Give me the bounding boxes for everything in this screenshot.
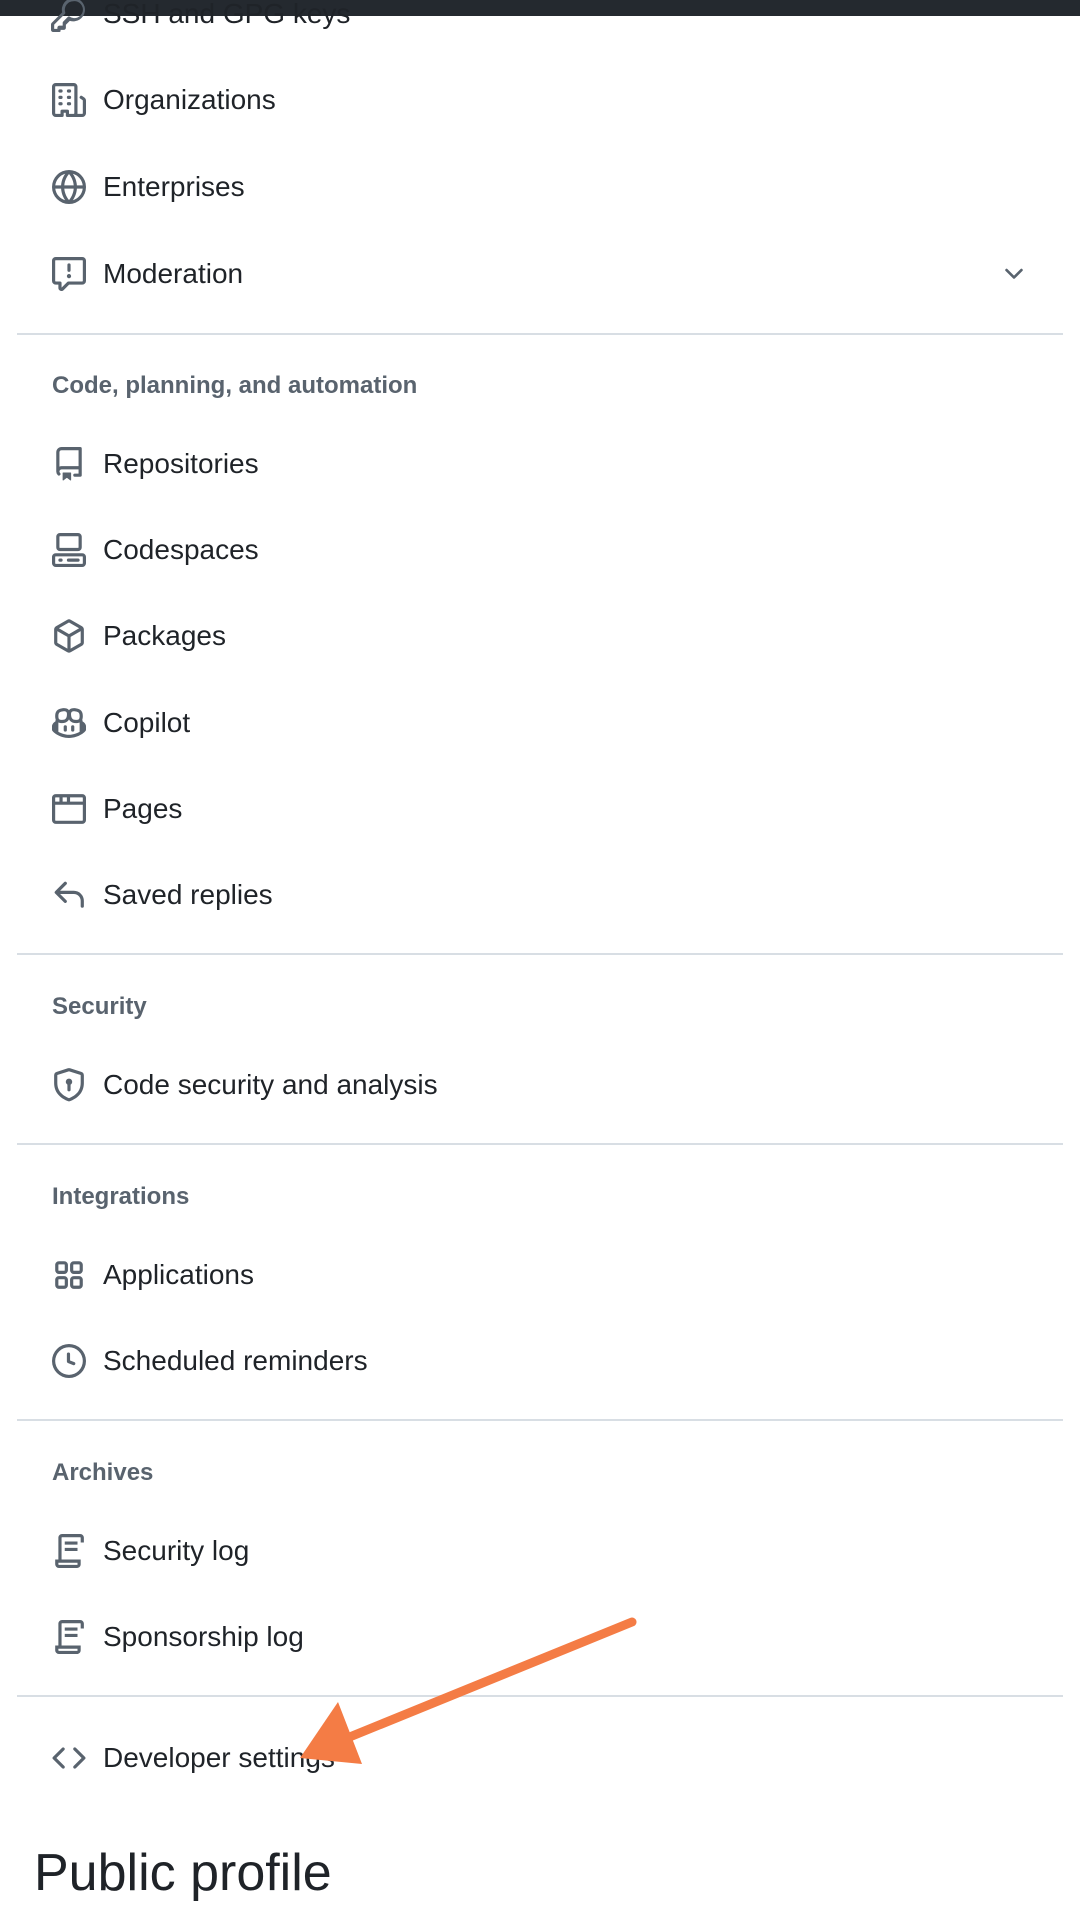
organization-icon xyxy=(51,82,87,118)
shield-lock-icon xyxy=(51,1067,87,1103)
sidebar-item-repositories[interactable]: Repositories xyxy=(51,436,1031,492)
sidebar-item-applications[interactable]: Applications xyxy=(51,1247,1031,1303)
codespaces-icon xyxy=(51,532,87,568)
clock-icon xyxy=(51,1343,87,1379)
sidebar-item-label: Saved replies xyxy=(103,879,273,910)
sidebar-item-label: Copilot xyxy=(103,707,191,738)
sidebar-item-label: SSH and GPG keys xyxy=(103,0,351,29)
repo-icon xyxy=(51,446,87,482)
log-icon xyxy=(51,1533,87,1569)
log-icon xyxy=(51,1619,87,1655)
sidebar-item-ssh-gpg-keys[interactable]: SSH and GPG keys xyxy=(51,0,350,36)
sidebar-item-pages[interactable]: Pages xyxy=(51,781,1031,837)
sidebar-item-packages[interactable]: Packages xyxy=(51,608,1031,664)
section-divider xyxy=(17,1419,1063,1421)
sidebar-item-label: Enterprises xyxy=(103,171,245,202)
sidebar-item-label: Packages xyxy=(103,620,226,651)
sidebar-item-label: Sponsorship log xyxy=(103,1621,304,1652)
section-heading-code-planning: Code, planning, and automation xyxy=(52,372,418,399)
section-heading-security: Security xyxy=(52,993,147,1020)
chevron-down-icon[interactable] xyxy=(1000,260,1028,288)
sidebar-item-label: Applications xyxy=(103,1259,254,1290)
browser-icon xyxy=(51,791,87,827)
sidebar-item-codespaces[interactable]: Codespaces xyxy=(51,522,1031,578)
sidebar-item-developer-settings[interactable]: Developer settings xyxy=(51,1730,1031,1786)
key-icon xyxy=(51,0,87,34)
sidebar-item-label: Security log xyxy=(103,1535,250,1566)
section-divider xyxy=(17,953,1063,955)
page-title: Public profile xyxy=(34,1844,332,1902)
sidebar-item-label: Moderation xyxy=(103,258,244,289)
sidebar-item-moderation[interactable]: Moderation xyxy=(51,246,1031,302)
reply-icon xyxy=(51,877,87,913)
sidebar-item-label: Organizations xyxy=(103,84,276,115)
package-icon xyxy=(51,618,87,654)
apps-icon xyxy=(51,1257,87,1293)
sidebar-item-label: Developer settings xyxy=(103,1742,335,1773)
section-heading-integrations: Integrations xyxy=(52,1183,190,1210)
sidebar-item-label: Pages xyxy=(103,793,183,824)
sidebar-item-label: Repositories xyxy=(103,448,259,479)
section-divider xyxy=(17,333,1063,335)
sidebar-item-saved-replies[interactable]: Saved replies xyxy=(51,867,1031,923)
copilot-icon xyxy=(51,705,87,741)
globe-icon xyxy=(51,169,87,205)
section-divider xyxy=(17,1143,1063,1145)
report-icon xyxy=(51,256,87,292)
section-divider xyxy=(17,1695,1063,1697)
sidebar-item-organizations[interactable]: Organizations xyxy=(51,72,1031,128)
sidebar-item-enterprises[interactable]: Enterprises xyxy=(51,159,1031,215)
code-icon xyxy=(51,1740,87,1776)
sidebar-item-label: Scheduled reminders xyxy=(103,1345,368,1376)
sidebar-item-security-log[interactable]: Security log xyxy=(51,1523,1031,1579)
settings-page: SSH and GPG keys Organizations Enterpris… xyxy=(0,0,1080,1931)
sidebar-item-scheduled-reminders[interactable]: Scheduled reminders xyxy=(51,1333,1031,1389)
sidebar-item-copilot[interactable]: Copilot xyxy=(51,695,1031,751)
section-heading-archives: Archives xyxy=(52,1459,154,1486)
sidebar-item-label: Code security and analysis xyxy=(103,1069,438,1100)
sidebar-item-label: Codespaces xyxy=(103,534,259,565)
sidebar-item-sponsorship-log[interactable]: Sponsorship log xyxy=(51,1609,1031,1665)
sidebar-item-code-security-analysis[interactable]: Code security and analysis xyxy=(51,1057,1031,1113)
